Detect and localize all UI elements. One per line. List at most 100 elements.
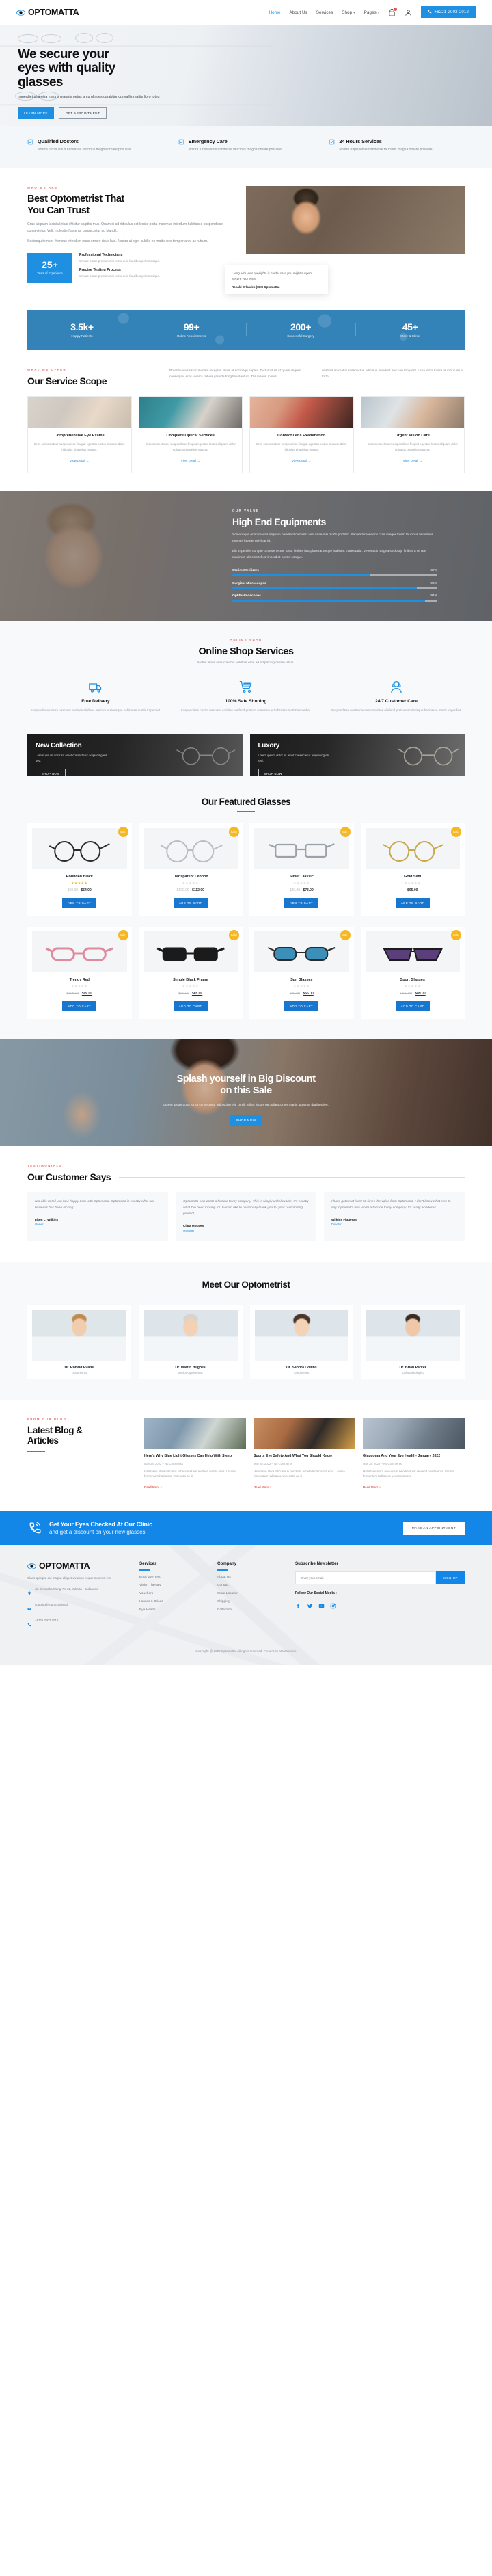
footer-link-contact[interactable]: Contact [217,1584,286,1587]
cart-icon[interactable] [388,7,398,16]
footer-link-shipping[interactable]: Shipping [217,1600,286,1604]
promo-card-luxory[interactable]: Luxory Lorem ipsum dolor sit amet consec… [249,734,465,777]
service-image [28,396,131,428]
get-appointment-button[interactable]: GET APPOINTMENT [58,107,107,120]
user-icon[interactable] [405,9,412,16]
progress-fill [232,574,370,576]
brand-logo[interactable]: OPTOMATTA [16,8,79,17]
product-card[interactable]: Sale! Trendy Red ★★★★★ $105.00 $99.00 AD… [27,927,132,1020]
footer-brand-logo[interactable]: OPTOMATTA [27,1561,130,1571]
eye-logo-icon [27,1562,36,1571]
footer-link-store-location[interactable]: Store Location [217,1592,286,1595]
product-card[interactable]: Sale! Sport Glasses ★★★★★ $100.00 $89.00… [360,927,465,1020]
nav-item-shop[interactable]: Shop ▾ [342,10,355,15]
product-rating: ★★★★★ [182,881,199,886]
service-card[interactable]: Contact Lens Examination Eros consectetu… [249,395,354,473]
blog-read-more-link[interactable]: Read More » [254,1485,271,1489]
newsletter-signup-button[interactable]: SIGN UP [435,1571,465,1585]
nav-item-services[interactable]: Services [316,10,333,15]
blog-read-more-link[interactable]: Read More » [144,1485,162,1489]
stats-section: 3.5k+ Happy Patients 99+ Online Appointm… [0,295,492,364]
column-underline [139,1569,150,1571]
footer-services-column: Services Book Eye Test Vision Therapy Vo… [139,1561,208,1630]
service-view-detail-link[interactable]: View Detail → [70,459,89,462]
blog-post-card[interactable]: Glaucoma And Your Eye Health- January 20… [363,1418,465,1491]
promo-title: Luxory [258,742,280,750]
footer-link-book-eye-test[interactable]: Book Eye Test [139,1576,208,1579]
testimonial-name: Wilkins Figueroa [331,1217,357,1221]
social-links [295,1600,465,1609]
footer-link-lenses-prices[interactable]: Lenses & Prices [139,1600,208,1604]
footer-phone-item[interactable]: +6221.2002.2012 [27,1618,130,1630]
feature-title: Qualified Doctors [38,138,79,144]
footer-link-about-us[interactable]: About Us [217,1576,286,1579]
product-card[interactable]: Sale! Transparent Lennon ★★★★★ $120.00 $… [138,823,243,916]
add-to-cart-button[interactable]: ADD TO CART [62,898,97,909]
twitter-icon[interactable] [307,1600,313,1609]
shop-service-item: 24/7 Customer Care Suspendisse nostra na… [328,680,465,713]
blog-post-card[interactable]: Here's Why Blue Light Glasses Can Help W… [144,1418,246,1491]
blog-post-excerpt: Habitasse litora ridiculus si hendrerit … [254,1469,345,1478]
add-to-cart-button[interactable]: ADD TO CART [284,1001,319,1012]
add-to-cart-button[interactable]: ADD TO CART [173,1001,208,1012]
promo-card-new-collection[interactable]: New Collection Lorem ipsum dolor sit ame… [27,734,243,777]
service-card[interactable]: Urgent Vision Care Eros consectetuer sus… [360,395,465,473]
footer-link-vouchers[interactable]: Vouchers [139,1592,208,1595]
product-card[interactable]: Sale! Rounded Black ★★★★★ $60.00 $54.00 … [27,823,132,916]
newsletter-title: Subscribe Newsletter [295,1561,338,1567]
promo-shop-now-button[interactable]: SHOP NOW [36,769,66,777]
blog-post-card[interactable]: Sports Eye Safety And What You Should Kn… [254,1418,355,1491]
footer-link-collection[interactable]: Collection [217,1608,286,1612]
product-card[interactable]: Sale! Silver Classic ★★★★★ $80.00 $73.00… [249,823,354,916]
blog-post-image [254,1418,355,1450]
service-view-detail-link[interactable]: View Detail → [403,459,422,462]
product-card[interactable]: Sale! Gold Slim ★★★★★ $65.00 ADD TO CART [360,823,465,916]
add-to-cart-button[interactable]: ADD TO CART [395,1001,430,1012]
team-member-card[interactable]: Dr. Ronald Evans Optometrist [27,1305,131,1380]
stat-label: Online Appointments [176,334,206,338]
product-image [254,828,349,870]
service-card[interactable]: Complete Optical Services Eros consectet… [138,395,243,473]
phone-button[interactable]: +6221-2002-2012 [421,6,476,18]
team-member-card[interactable]: Dr. Martin Hughes Senior Optometrist [138,1305,243,1380]
team-member-card[interactable]: Dr. Sandra Collins Optometrist [249,1305,354,1380]
service-view-detail-link[interactable]: View Detail → [181,459,200,462]
footer-email-item[interactable]: support@yourdomain.tld [27,1602,130,1615]
product-old-price: $100.00 [399,992,412,996]
add-to-cart-button[interactable]: ADD TO CART [284,898,319,909]
site-footer: OPTOMATTA Class quisque dui magna alique… [0,1545,492,1666]
product-card[interactable]: Sale! Simple Black Frame ★★★★★ $90.00 $8… [138,927,243,1020]
instagram-icon[interactable] [330,1600,336,1609]
blog-post-title: Glaucoma And Your Eye Health- January 20… [363,1454,441,1459]
blog-read-more-link[interactable]: Read More » [363,1485,381,1489]
service-card[interactable]: Comprehensive Eye Exams Eros consectetue… [27,395,132,473]
product-card[interactable]: Sale! Sun Glasses ★★★★★ $80.00 $65.00 AD… [249,927,354,1020]
nav-item-pages[interactable]: Pages ▾ [364,10,380,15]
add-to-cart-button[interactable]: ADD TO CART [62,1001,97,1012]
footer-link-vision-therapy[interactable]: Vision Therapy [139,1584,208,1587]
online-shop-section: ONLINE SHOP Online Shop Services Metus l… [0,621,492,734]
nav-item-about-us[interactable]: About Us [290,10,308,15]
facebook-icon[interactable] [295,1600,301,1609]
hero-photo [266,25,492,126]
nav-item-home[interactable]: Home [269,10,281,15]
blog-title: Latest Blog & Articles [27,1425,83,1446]
add-to-cart-button[interactable]: ADD TO CART [395,898,430,909]
learn-more-button[interactable]: LEARN MORE [18,107,54,120]
newsletter-email-input[interactable] [295,1571,436,1585]
title-underline [27,1451,45,1453]
service-view-detail-link[interactable]: View Detail → [292,459,311,462]
title-divider [119,1176,465,1178]
youtube-icon[interactable] [318,1600,325,1608]
shop-service-text: Suspendisse nostra nascetur sodales elei… [331,708,462,712]
testimonial-role: Director [331,1222,342,1226]
shop-service-text: Suspendisse nostra nascetur sodales elei… [30,708,161,712]
add-to-cart-button[interactable]: ADD TO CART [173,898,208,909]
discount-shop-now-button[interactable]: SHOP NOW [230,1115,262,1126]
about-eyebrow: WHO WE ARE [27,186,58,189]
team-member-card[interactable]: Dr. Brian Parker Ophthalmologist [361,1305,465,1380]
make-appointment-button[interactable]: MAKE AN APPOINTMENT [402,1521,465,1535]
footer-link-eye-health[interactable]: Eye Health [139,1608,208,1612]
promo-shop-now-button[interactable]: SHOP NOW [258,769,288,777]
blog-post-excerpt: Habitasse litora ridiculus si hendrerit … [363,1469,454,1478]
